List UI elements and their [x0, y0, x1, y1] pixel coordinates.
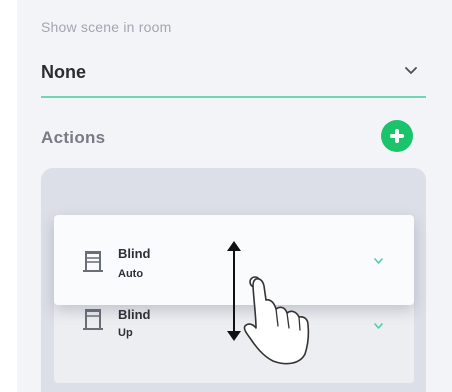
chevron-down-icon[interactable]	[373, 321, 384, 332]
action-item-subtitle: Auto	[118, 268, 144, 280]
show-scene-select[interactable]: None	[41, 58, 426, 98]
actions-section-title: Actions	[41, 128, 106, 147]
add-action-button[interactable]	[381, 120, 413, 152]
action-item-subtitle: Up	[118, 327, 133, 339]
blind-icon	[83, 251, 103, 272]
chevron-down-icon[interactable]	[373, 256, 384, 267]
show-scene-label: Show scene in room	[41, 19, 172, 35]
show-scene-value: None	[41, 62, 86, 82]
hand-pointer-icon	[243, 276, 310, 365]
blind-icon	[83, 309, 103, 330]
action-item-title: Blind	[118, 307, 151, 322]
action-item-title: Blind	[118, 246, 151, 261]
chevron-down-icon	[405, 67, 417, 74]
